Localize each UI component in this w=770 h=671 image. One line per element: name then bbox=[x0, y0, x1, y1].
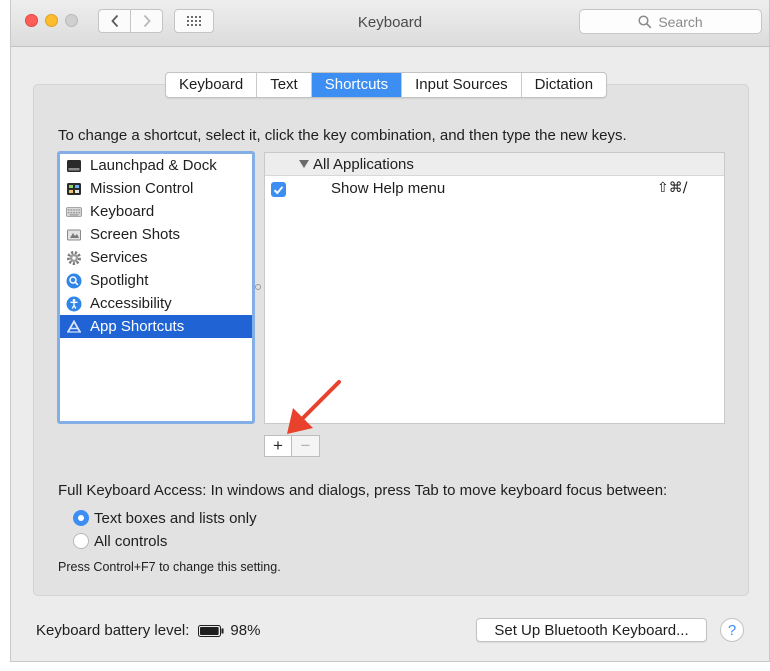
search-placeholder: Search bbox=[658, 13, 703, 30]
category-label: Accessibility bbox=[90, 295, 172, 312]
setup-bluetooth-keyboard-button[interactable]: Set Up Bluetooth Keyboard... bbox=[476, 618, 707, 642]
category-spotlight[interactable]: Spotlight bbox=[60, 269, 252, 292]
radio-all-controls[interactable]: All controls bbox=[73, 531, 167, 551]
radio-label: All controls bbox=[94, 532, 168, 550]
tab-input-sources[interactable]: Input Sources bbox=[402, 73, 522, 97]
radio-selected-indicator[interactable] bbox=[73, 510, 89, 526]
tab-bar: Keyboard Text Shortcuts Input Sources Di… bbox=[165, 72, 608, 98]
title-bar: Keyboard Search bbox=[11, 0, 769, 47]
category-label: Keyboard bbox=[90, 203, 155, 220]
category-launchpad-dock[interactable]: Launchpad & Dock bbox=[60, 154, 252, 177]
radio-label: Text boxes and lists only bbox=[94, 509, 257, 527]
add-remove-control: + − bbox=[264, 435, 320, 457]
search-icon bbox=[638, 14, 652, 28]
category-list[interactable]: Launchpad & Dock Mission Control Keyboar… bbox=[57, 151, 255, 424]
shortcut-enabled-checkbox[interactable] bbox=[271, 182, 286, 197]
category-label: App Shortcuts bbox=[90, 318, 185, 335]
category-screen-shots[interactable]: Screen Shots bbox=[60, 223, 252, 246]
splitter-handle[interactable] bbox=[255, 284, 261, 290]
category-label: Services bbox=[90, 249, 148, 266]
tab-dictation[interactable]: Dictation bbox=[522, 73, 606, 97]
preferences-window: Keyboard Search Keyboard Text Shortcuts … bbox=[10, 0, 770, 662]
keyboard-access-hint: Press Control+F7 to change this setting. bbox=[58, 560, 281, 574]
category-label: Launchpad & Dock bbox=[90, 157, 217, 174]
category-label: Mission Control bbox=[90, 180, 194, 197]
disclosure-triangle-icon[interactable] bbox=[299, 160, 309, 168]
radio-text-boxes-lists[interactable]: Text boxes and lists only bbox=[73, 508, 257, 528]
shortcut-label: Show Help menu bbox=[331, 180, 446, 197]
category-mission-control[interactable]: Mission Control bbox=[60, 177, 252, 200]
category-label: Spotlight bbox=[90, 272, 149, 289]
tab-keyboard[interactable]: Keyboard bbox=[166, 73, 258, 97]
category-services[interactable]: Services bbox=[60, 246, 252, 269]
category-label: Screen Shots bbox=[90, 226, 181, 243]
remove-shortcut-button[interactable]: − bbox=[292, 435, 320, 457]
gear-icon bbox=[66, 250, 82, 266]
battery-percent: 98% bbox=[230, 622, 261, 639]
search-field[interactable]: Search bbox=[579, 9, 762, 34]
category-keyboard[interactable]: Keyboard bbox=[60, 200, 252, 223]
shortcut-row[interactable]: Show Help menu ⇧⌘/ bbox=[265, 176, 724, 202]
accessibility-icon bbox=[66, 296, 82, 312]
app-shortcuts-icon bbox=[66, 319, 82, 335]
battery-icon bbox=[198, 624, 224, 637]
shortcut-group-row[interactable]: All Applications bbox=[265, 153, 724, 176]
keyboard-icon bbox=[66, 204, 82, 220]
instructions-text: To change a shortcut, select it, click t… bbox=[58, 127, 627, 144]
launchpad-dock-icon bbox=[66, 158, 82, 174]
shortcut-group-label: All Applications bbox=[313, 155, 414, 173]
tab-text[interactable]: Text bbox=[257, 73, 312, 97]
tab-shortcuts[interactable]: Shortcuts bbox=[311, 73, 403, 97]
mission-control-icon bbox=[66, 181, 82, 197]
add-shortcut-button[interactable]: + bbox=[264, 435, 292, 457]
category-app-shortcuts[interactable]: App Shortcuts bbox=[60, 315, 252, 338]
shortcut-keys[interactable]: ⇧⌘/ bbox=[657, 180, 687, 196]
battery-label: Keyboard battery level: bbox=[36, 622, 190, 639]
full-keyboard-access-label: Full Keyboard Access: In windows and dia… bbox=[58, 482, 668, 499]
annotation-arrow-icon bbox=[287, 380, 341, 434]
battery-status: Keyboard battery level: 98% bbox=[36, 622, 260, 639]
radio-unselected-indicator[interactable] bbox=[73, 533, 89, 549]
spotlight-icon bbox=[66, 273, 82, 289]
screenshot-icon bbox=[66, 227, 82, 243]
category-accessibility[interactable]: Accessibility bbox=[60, 292, 252, 315]
help-button[interactable]: ? bbox=[720, 618, 744, 642]
checkmark-icon bbox=[273, 185, 284, 194]
